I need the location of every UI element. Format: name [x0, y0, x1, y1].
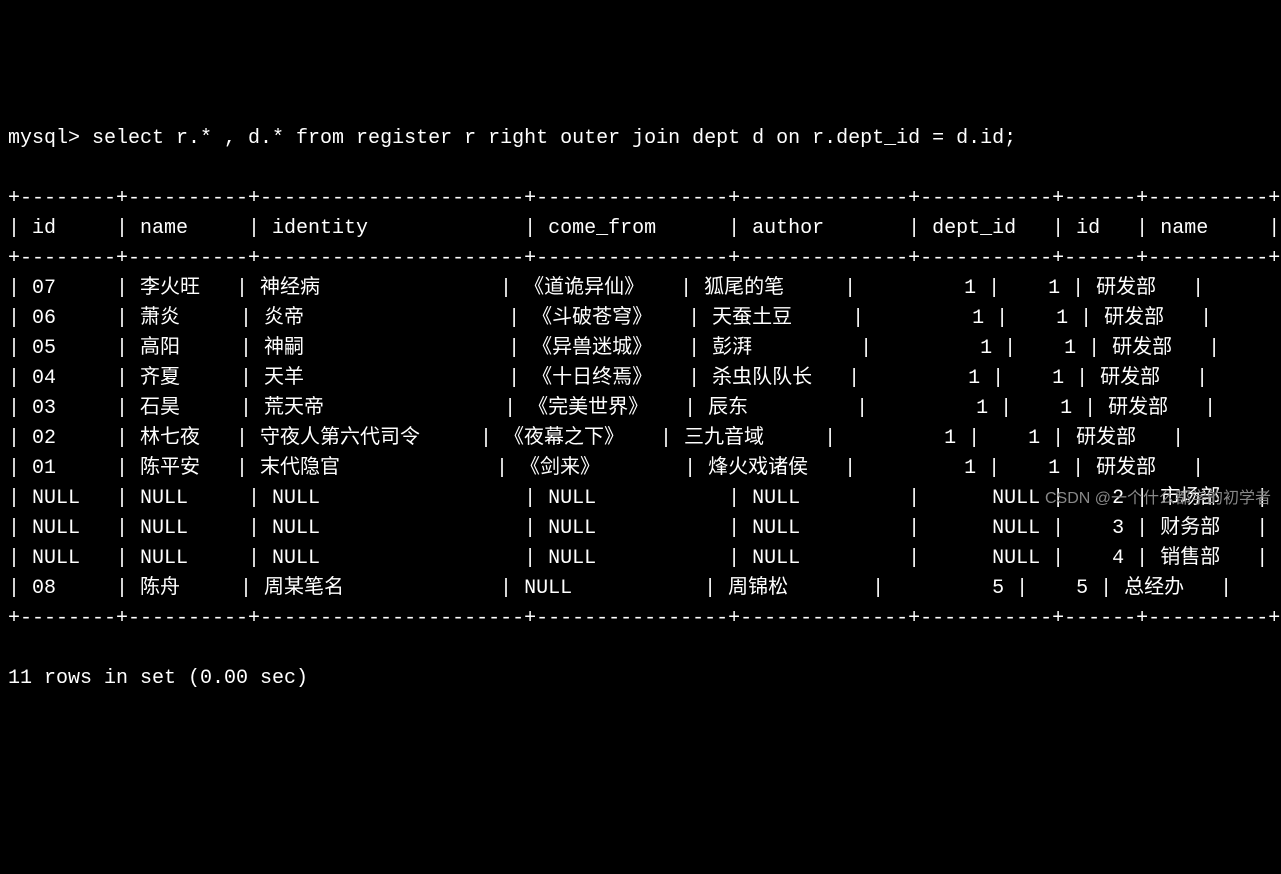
prompt-prefix: mysql> — [8, 127, 92, 150]
table-row: | NULL | NULL | NULL | NULL | NULL | NUL… — [8, 544, 1273, 574]
table-row: | 05 | 高阳 | 神嗣 | 《异兽迷城》 | 彭湃 | 1 | 1 | 研… — [8, 334, 1273, 364]
mysql-prompt-line: mysql> select r.* , d.* from register r … — [8, 124, 1273, 154]
table-row: | NULL | NULL | NULL | NULL | NULL | NUL… — [8, 514, 1273, 544]
table-row: | 07 | 李火旺 | 神经病 | 《道诡异仙》 | 狐尾的笔 | 1 | 1… — [8, 274, 1273, 304]
table-border-mid: +--------+----------+-------------------… — [8, 244, 1273, 274]
table-header-row: | id | name | identity | come_from | aut… — [8, 214, 1273, 244]
status-line: 11 rows in set (0.00 sec) — [8, 664, 1273, 694]
table-border-bottom: +--------+----------+-------------------… — [8, 604, 1273, 634]
table-border-top: +--------+----------+-------------------… — [8, 184, 1273, 214]
result-table: +--------+----------+-------------------… — [8, 184, 1273, 634]
table-row: | 03 | 石昊 | 荒天帝 | 《完美世界》 | 辰东 | 1 | 1 | … — [8, 394, 1273, 424]
watermark: CSDN @一个什么都学的初学者 — [1045, 487, 1271, 511]
table-row: | 01 | 陈平安 | 末代隐官 | 《剑来》 | 烽火戏诸侯 | 1 | 1… — [8, 454, 1273, 484]
sql-query: select r.* , d.* from register r right o… — [92, 127, 1016, 150]
table-row: | 08 | 陈舟 | 周某笔名 | NULL | 周锦松 | 5 | 5 | … — [8, 574, 1273, 604]
table-row: | 02 | 林七夜 | 守夜人第六代司令 | 《夜幕之下》 | 三九音域 | … — [8, 424, 1273, 454]
table-row: | 06 | 萧炎 | 炎帝 | 《斗破苍穹》 | 天蚕土豆 | 1 | 1 |… — [8, 304, 1273, 334]
table-row: | 04 | 齐夏 | 天羊 | 《十日终焉》 | 杀虫队队长 | 1 | 1 … — [8, 364, 1273, 394]
